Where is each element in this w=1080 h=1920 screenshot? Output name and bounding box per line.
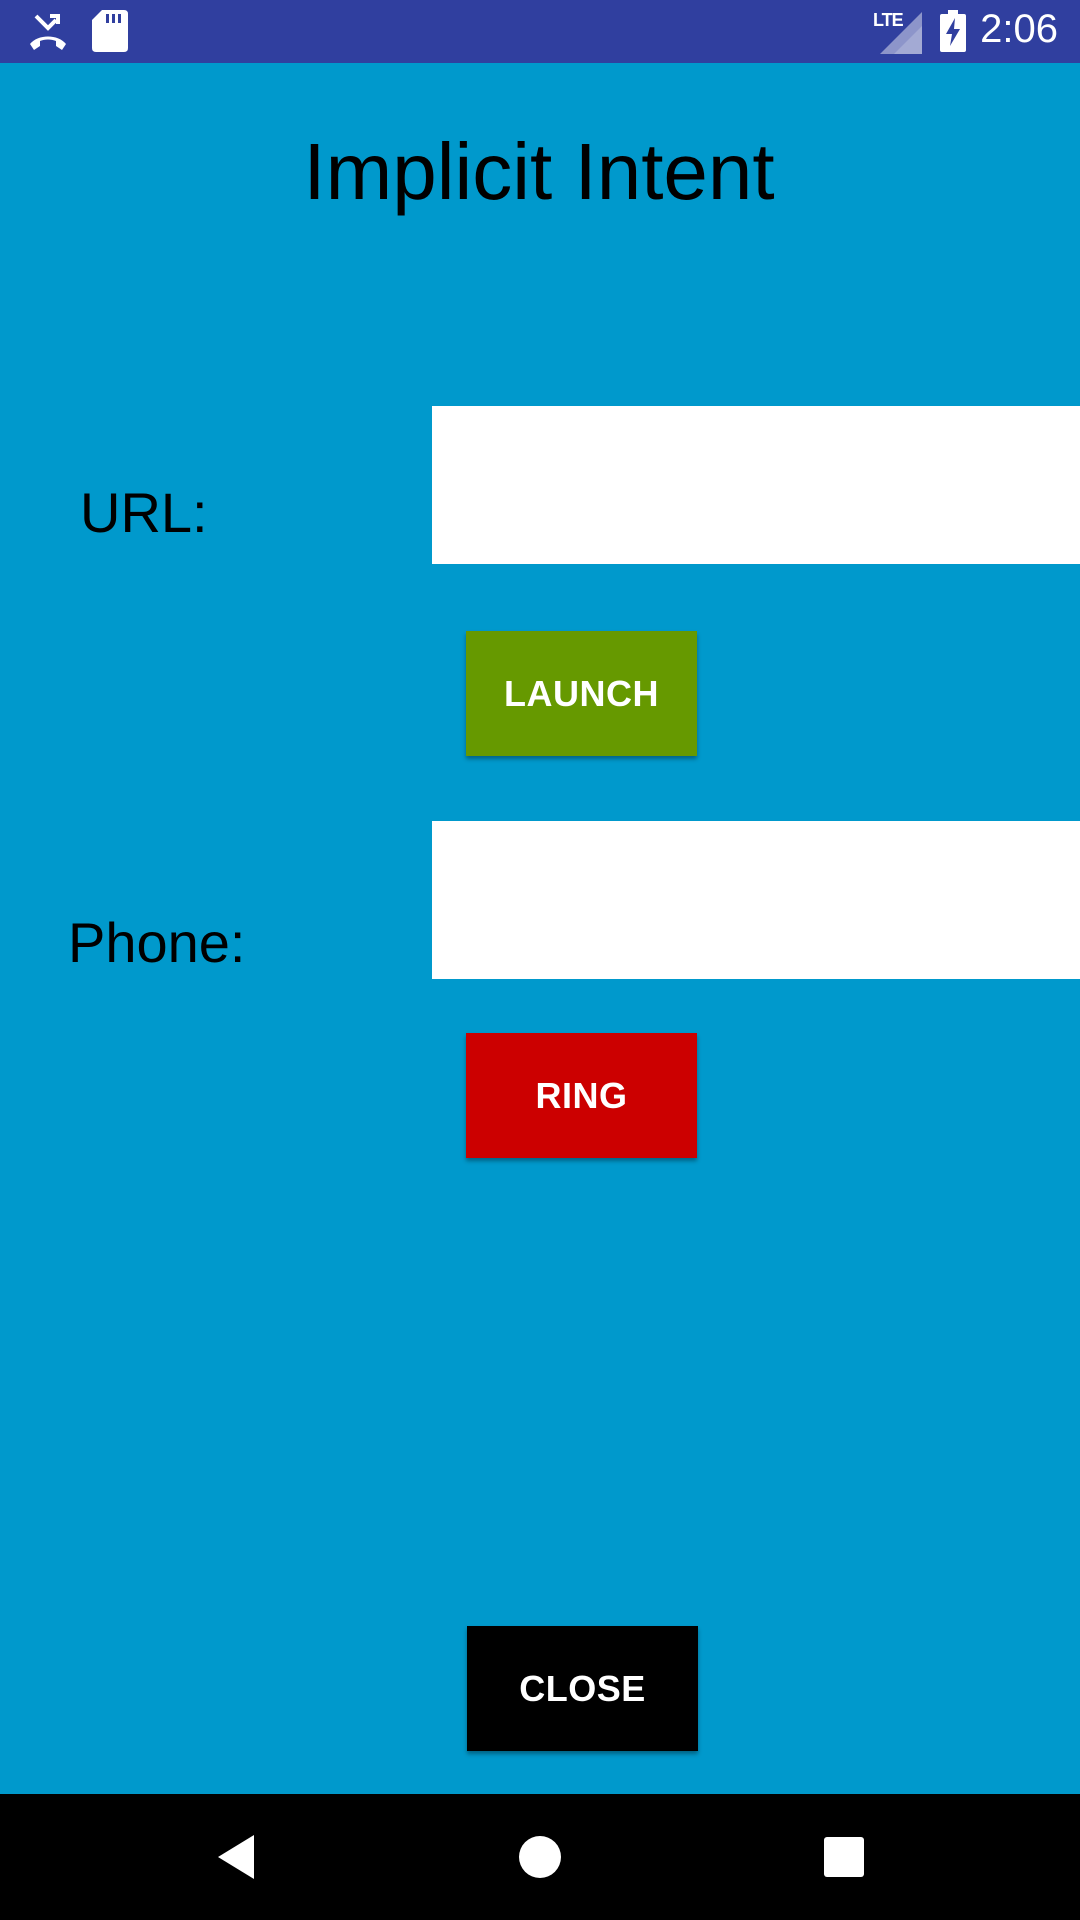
app-screen: LTE 2:06 Implicit Intent URL: LAUNCH Pho… <box>0 0 1080 1920</box>
page-title: Implicit Intent <box>0 126 1080 218</box>
navigation-bar <box>0 1794 1080 1920</box>
recents-icon[interactable] <box>814 1827 874 1887</box>
launch-button[interactable]: LAUNCH <box>466 631 697 756</box>
home-icon[interactable] <box>510 1827 570 1887</box>
sdcard-icon <box>92 10 128 52</box>
phone-input[interactable] <box>432 821 1080 979</box>
status-bar: LTE 2:06 <box>0 0 1080 63</box>
status-clock: 2:06 <box>980 7 1058 51</box>
close-button[interactable]: CLOSE <box>467 1626 698 1751</box>
back-icon[interactable] <box>208 1827 268 1887</box>
signal-icon <box>880 12 922 54</box>
battery-charging-icon <box>940 10 966 52</box>
phone-label: Phone: <box>68 911 246 974</box>
ring-button[interactable]: RING <box>466 1033 697 1158</box>
missed-call-icon <box>30 14 66 50</box>
url-input[interactable] <box>432 406 1080 564</box>
page-title-text: Implicit Intent <box>303 127 775 216</box>
url-label: URL: <box>80 481 208 544</box>
